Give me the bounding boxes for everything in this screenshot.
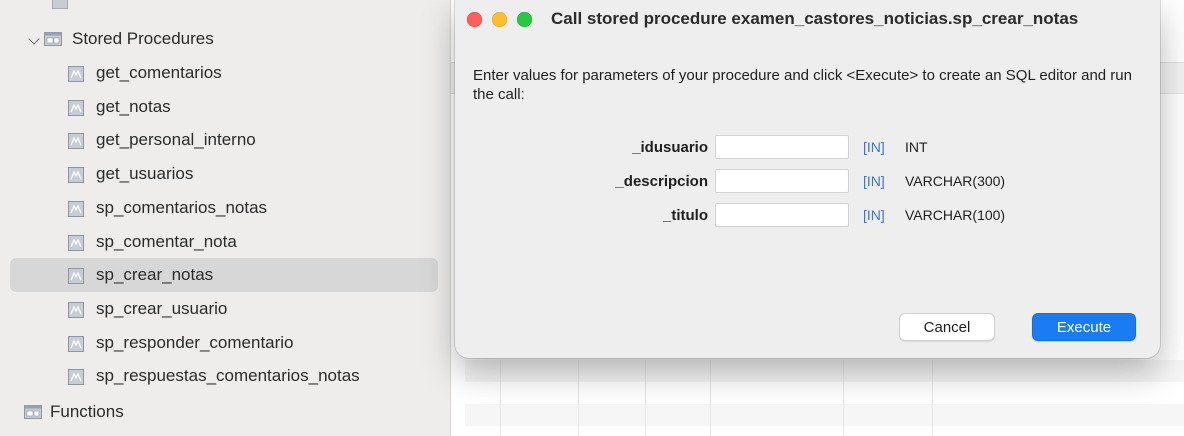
tree-item-procedure[interactable]: sp_responder_comentario (0, 326, 450, 360)
stored-procedure-icon (68, 369, 84, 386)
param-type: VARCHAR(300) (905, 173, 1006, 189)
tree-item-procedure[interactable]: get_comentarios (0, 56, 450, 90)
tree-item-label: get_comentarios (96, 63, 222, 82)
chevron-down-icon[interactable] (28, 33, 40, 45)
execute-button[interactable]: Execute (1032, 313, 1136, 341)
param-type: INT (905, 139, 928, 155)
tree-item-procedure[interactable]: sp_comentar_nota (0, 225, 450, 259)
tree-item-procedure[interactable]: sp_respuestas_comentarios_notas (0, 359, 450, 393)
tree-item-label: sp_comentar_nota (96, 231, 237, 251)
stored-procedure-icon (68, 335, 84, 352)
tree-item-procedure[interactable]: get_notas (0, 90, 450, 124)
tree-item-procedure[interactable]: sp_comentarios_notas (0, 191, 450, 225)
tree-item-label: sp_respuestas_comentarios_notas (96, 366, 360, 386)
tree-folder-label: Functions (50, 402, 124, 421)
close-window-button[interactable] (467, 12, 482, 27)
stored-procedure-icon (68, 268, 84, 285)
cancel-button[interactable]: Cancel (899, 313, 995, 341)
dialog-titlebar: Call stored procedure examen_castores_no… (455, 0, 1160, 46)
grid-column-divider (843, 360, 844, 436)
stored-procedure-icon (68, 133, 84, 150)
stored-procedure-icon (68, 301, 84, 318)
tree-item-procedure[interactable]: sp_crear_notas (10, 258, 438, 293)
grid-column-divider (645, 360, 646, 436)
call-procedure-dialog: Call stored procedure examen_castores_no… (455, 0, 1160, 358)
folder-icon (24, 405, 42, 419)
param-input-descripcion[interactable] (715, 169, 849, 193)
tree-folder-stored-procedures[interactable]: Stored Procedures (0, 22, 450, 56)
stored-procedure-icon (68, 167, 84, 184)
grid-column-divider (578, 360, 579, 436)
stored-procedure-icon (68, 99, 84, 116)
grid-column-divider (932, 360, 933, 436)
param-type: VARCHAR(100) (905, 207, 1006, 223)
folder-icon (44, 32, 62, 46)
tree-item-label: sp_crear_usuario (96, 298, 228, 318)
tree-item-procedure[interactable]: get_personal_interno (0, 123, 450, 157)
grid-column-divider (710, 360, 711, 436)
tree-item-label: get_notas (96, 96, 171, 116)
param-input-idusuario[interactable] (715, 135, 849, 159)
folder-icon (52, 0, 68, 9)
tree-item-label: get_usuarios (96, 164, 194, 184)
stored-procedure-icon (68, 66, 84, 82)
param-mode: [IN] (863, 207, 885, 223)
param-mode: [IN] (863, 173, 885, 189)
param-input-titulo[interactable] (715, 203, 849, 227)
tree-folder-label: Stored Procedures (72, 29, 214, 48)
param-mode: [IN] (863, 139, 885, 155)
param-label-idusuario: _idusuario (632, 139, 708, 156)
tree-item-procedure[interactable]: sp_crear_usuario (0, 292, 450, 326)
grid-column-divider (500, 360, 501, 436)
dialog-title: Call stored procedure examen_castores_no… (551, 9, 1079, 28)
zoom-window-button[interactable] (517, 12, 532, 27)
tree-item-label: get_personal_interno (96, 130, 256, 150)
stored-procedure-icon (68, 200, 84, 217)
tree-item-label: sp_comentarios_notas (96, 197, 268, 217)
schema-navigator: Stored Procedures get_comentarios get_not… (0, 0, 451, 436)
tree-item-label: sp_responder_comentario (96, 332, 294, 352)
dialog-instructions: Enter values for parameters of your proc… (473, 67, 1132, 103)
param-label-titulo: _titulo (663, 207, 708, 224)
stored-procedure-icon (68, 234, 84, 251)
param-label-descripcion: _descripcion (615, 173, 708, 190)
minimize-window-button[interactable] (492, 12, 507, 27)
grid-rows (465, 360, 1184, 436)
tree-item-label: sp_crear_notas (96, 265, 214, 285)
tree-item-procedure[interactable]: get_usuarios (0, 157, 450, 191)
tree-folder-functions[interactable]: Functions (0, 395, 450, 429)
